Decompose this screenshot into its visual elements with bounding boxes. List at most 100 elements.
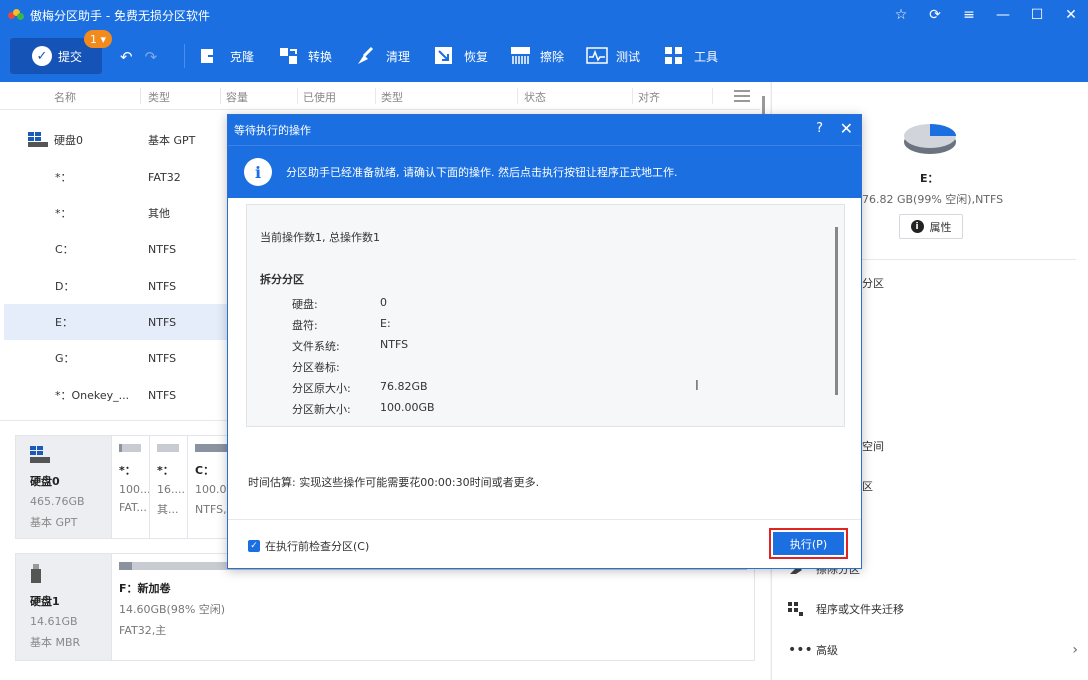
op-partition[interactable]: 分区 [862,273,884,293]
execute-button-highlight: 执行(P) [769,528,848,559]
disk-summary: 硬盘0 465.76GB 基本 GPT [16,436,111,538]
scrollbar[interactable] [762,96,765,116]
toolbar-clean[interactable]: 清理 [356,44,410,68]
wipe-icon [510,46,532,66]
col-align[interactable]: 对齐 [638,89,660,105]
partition-fs: FAT32,主 [119,624,167,637]
partition-size: 16.... [157,483,185,496]
row-name: D： [55,280,75,293]
commit-label: 提交 [58,49,83,64]
partition-fs: NTFS,主 [195,503,227,516]
usage-bar [195,444,227,452]
partition-size: 100... [119,483,149,496]
pending-ops-badge[interactable]: 1 ▾ [84,30,112,48]
minimize-icon[interactable]: — [986,0,1020,30]
usage-fill [119,562,132,570]
col-divider [220,88,221,104]
toolbar-label: 测试 [616,49,641,64]
app-mover-icon [788,602,804,616]
close-icon[interactable]: ✕ [1054,0,1088,30]
help-icon[interactable]: ? [816,121,823,136]
toolbar-convert[interactable]: 转换 [278,44,332,68]
op-label: 程序或文件夹迁移 [816,603,904,616]
col-divider [297,88,298,104]
operation-count: 当前操作数1, 总操作数1 [260,231,380,244]
check-before-execute[interactable]: ✓ 在执行前检查分区(C) [248,538,369,554]
detail-key: 文件系统: [292,340,340,353]
column-header: 名称 类型 容量 已使用 类型 状态 对齐 [0,82,760,110]
detail-row: 盘符: E: [292,317,391,333]
op-label: 空间 [862,440,884,453]
toolbar-label: 工具 [694,49,719,64]
detail-key: 分区原大小: [292,382,351,395]
usb-disk-icon [31,564,41,583]
disk-partition-block[interactable]: F：新加卷 14.60GB(98% 空闲) FAT32,主 [111,554,754,660]
row-name: *： [55,171,72,184]
op-app-mover[interactable]: 程序或文件夹迁移 [788,599,904,619]
row-type: NTFS [148,242,177,256]
toolbar-label: 克隆 [230,49,255,64]
col-type[interactable]: 类型 [148,89,170,105]
toolbar-label: 转换 [308,49,333,64]
disk-size: 14.61GB [30,615,78,628]
dialog-title-bar: 等待执行的操作 ? ✕ [228,115,861,145]
detail-value: 0 [380,296,387,309]
detail-value: NTFS [380,338,409,351]
disk-card-1[interactable]: 硬盘1 14.61GB 基本 MBR F：新加卷 14.60GB(98% 空闲)… [15,553,755,661]
toolbar-wipe[interactable]: 擦除 [510,44,564,68]
operations-list[interactable]: 当前操作数1, 总操作数1 拆分分区 硬盘: 0 盘符: E: 文件系统: NTFS … [246,204,845,427]
col-capacity[interactable]: 容量 [226,89,248,105]
window-controls: ☆ ⟳ ≡ — ☐ ✕ [884,0,1088,30]
detail-row: 分区原大小: 76.82GB [292,380,428,396]
toolbar: ✓ 提交 1 ▾ ↶ ↷ 克隆 转换 清理 恢复 擦除 测试 工具 [0,30,1088,82]
row-type: 其他 [148,207,170,220]
disk-style: 基本 MBR [30,636,81,649]
disk-partition-block[interactable]: *： 16.... 其... [149,436,187,538]
toolbar-label: 擦除 [540,49,565,64]
disk-size: 465.76GB [30,495,85,508]
toolbar-test[interactable]: 测试 [586,44,640,68]
checkbox-checked-icon[interactable]: ✓ [248,540,260,552]
detail-key: 分区卷标: [292,361,340,374]
usage-fill [119,444,123,452]
partition-fs: FAT... [119,501,147,514]
toolbar-divider [184,44,185,68]
row-name: E： [55,316,73,329]
toolbar-tools[interactable]: 工具 [664,44,718,68]
pending-ops-count: 1 [89,32,97,46]
col-used[interactable]: 已使用 [303,89,336,105]
col-divider [712,88,713,104]
col-name[interactable]: 名称 [54,89,76,105]
col-status[interactable]: 状态 [524,89,546,105]
disk-partition-block[interactable]: *： 100... FAT... [111,436,149,538]
properties-label: 属性 [929,220,952,234]
disk-name: 硬盘0 [30,475,60,488]
usage-bar [157,444,179,452]
col-fs-type[interactable]: 类型 [381,89,403,105]
star-icon[interactable]: ☆ [884,0,918,30]
toolbar-clone[interactable]: 克隆 [200,44,254,68]
execute-label: 执行(P) [789,537,828,551]
toolbar-recover[interactable]: 恢复 [434,44,488,68]
op-advanced[interactable]: ••• 高级 › [788,640,1084,660]
row-type: NTFS [148,315,177,329]
redo-icon[interactable]: ↷ [145,48,158,66]
op-region[interactable]: 区 [862,476,873,496]
menu-icon[interactable]: ≡ [952,0,986,30]
scrollbar[interactable] [835,227,838,395]
maximize-icon[interactable]: ☐ [1020,0,1054,30]
close-icon[interactable]: ✕ [840,119,853,138]
undo-icon[interactable]: ↶ [120,48,133,66]
op-label: 高级 [816,644,838,657]
disk-partition-block[interactable]: C： 100.01 NTFS,主 [187,436,227,538]
execute-button[interactable]: 执行(P) [773,532,844,555]
row-type: NTFS [148,388,177,402]
op-space[interactable]: 空间 [862,436,884,456]
toolbar-label: 恢复 [464,49,489,64]
column-settings-icon[interactable] [734,90,750,102]
refresh-icon[interactable]: ⟳ [918,0,952,30]
time-estimate: 时间估算: 实现这些操作可能需要花00:00:30时间或者更多. [248,476,540,489]
properties-button[interactable]: i 属性 [899,214,963,239]
row-name: 硬盘0 [54,134,83,147]
row-name: C： [55,243,74,256]
